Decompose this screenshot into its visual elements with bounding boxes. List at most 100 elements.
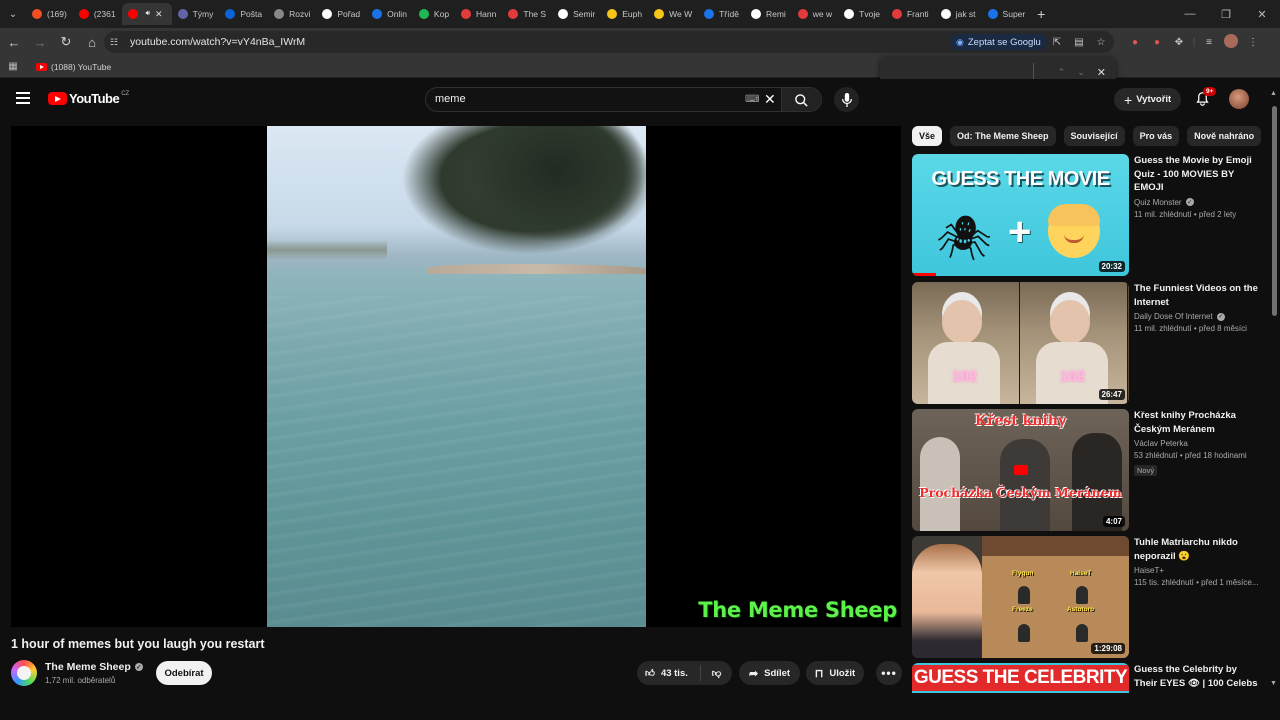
tab-search-icon[interactable]: ⌄ xyxy=(0,0,26,28)
browser-tab[interactable]: jak st xyxy=(935,3,982,25)
share-button[interactable]: ➦ Sdílet xyxy=(739,661,800,685)
apps-grid-icon[interactable]: ▦ xyxy=(0,61,26,72)
youtube-logo[interactable]: YouTube CZ xyxy=(48,91,129,106)
extension-icon[interactable]: ● xyxy=(1124,37,1146,48)
dislike-button[interactable]: 👎︎ xyxy=(701,667,732,679)
filter-chip[interactable]: Nově nahráno xyxy=(1187,126,1262,146)
scrollbar-thumb[interactable] xyxy=(1272,106,1277,316)
browser-tab[interactable]: Tvoje xyxy=(838,3,886,25)
save-button[interactable]: ⊓ Uložit xyxy=(806,661,864,685)
tab-label: Pořad xyxy=(337,9,361,19)
video-thumbnail[interactable]: GUESS THE MOVIE 🕷︎ + 20:32 xyxy=(912,154,1129,276)
video-thumbnail[interactable]: Flygun HaiseT Freeze Astotoro 1:29:08 xyxy=(912,536,1129,658)
video-player[interactable]: The Meme Sheep xyxy=(11,126,901,627)
scroll-down-icon[interactable]: ▼ xyxy=(1270,680,1277,687)
find-close-icon[interactable]: ✕ xyxy=(1097,66,1106,79)
browser-tab[interactable]: we w xyxy=(792,3,838,25)
recommendation-item[interactable]: GUESS THE CELEBRITY Guess the Celebrity … xyxy=(912,663,1262,693)
home-icon[interactable]: ⌂ xyxy=(80,30,104,54)
voice-search-button[interactable] xyxy=(834,87,859,112)
browser-tab[interactable]: Semir xyxy=(552,3,601,25)
video-title[interactable]: The Funniest Videos on the Internet xyxy=(1134,282,1262,309)
recommendation-item[interactable]: Křest knihy Procházka Českým Meránem 4:0… xyxy=(912,409,1262,531)
scroll-up-icon[interactable]: ▲ xyxy=(1270,90,1277,97)
like-button[interactable]: 👍︎ 43 tis. xyxy=(637,665,701,681)
channel-name[interactable]: Quiz Monster ✓ xyxy=(1134,198,1262,207)
bookmark-star-icon[interactable]: ☆ xyxy=(1090,37,1112,48)
site-info-icon[interactable]: ☷ xyxy=(110,37,124,48)
video-thumbnail[interactable]: GUESS THE CELEBRITY xyxy=(912,663,1129,693)
tab-favicon-icon xyxy=(891,9,902,19)
video-scene-trees xyxy=(457,126,646,266)
browser-tab[interactable]: Hann xyxy=(455,3,502,25)
subscribe-button[interactable]: Odebírat xyxy=(156,661,212,685)
channel-name[interactable]: HaiseT+ xyxy=(1134,566,1262,575)
channel-name[interactable]: The Meme Sheep ✓ xyxy=(45,661,143,673)
browser-tab[interactable]: Rozvi xyxy=(268,3,316,25)
maximize-icon[interactable]: ❐ xyxy=(1208,8,1244,21)
browser-tab[interactable]: (2361 xyxy=(73,3,122,25)
menu-icon[interactable] xyxy=(16,92,30,104)
browser-tab[interactable]: Týmy xyxy=(172,3,220,25)
browser-tab[interactable]: Pořad xyxy=(316,3,366,25)
new-tab-button[interactable]: + xyxy=(1031,6,1051,22)
install-app-icon[interactable]: ⇱ xyxy=(1046,37,1068,48)
extension-icon[interactable]: ● xyxy=(1146,37,1168,48)
profile-avatar[interactable] xyxy=(1220,33,1242,51)
video-title[interactable]: Tuhle Matriarchu nikdo neporazil 😮 xyxy=(1134,536,1262,563)
browser-tab[interactable]: Kop xyxy=(413,3,455,25)
filter-chip[interactable]: Vše xyxy=(912,126,943,146)
find-next-icon[interactable]: ⌄ xyxy=(1077,67,1085,78)
extensions-puzzle-icon[interactable]: ✥ xyxy=(1168,37,1190,48)
browser-tab[interactable]: Remi xyxy=(745,3,792,25)
forward-icon[interactable]: → xyxy=(28,30,52,54)
channel-avatar[interactable] xyxy=(11,660,37,686)
create-button[interactable]: + Vytvořit xyxy=(1114,88,1182,111)
video-title[interactable]: Guess the Movie by Emoji Quiz - 100 MOVI… xyxy=(1134,154,1262,195)
more-actions-button[interactable]: ••• xyxy=(876,661,902,685)
channel-name[interactable]: Daily Dose Of Internet ✓ xyxy=(1134,312,1262,321)
browser-tab[interactable]: 🔊︎ ✕ xyxy=(121,3,172,25)
browser-tab[interactable]: Onlin xyxy=(366,3,413,25)
minimize-icon[interactable]: — xyxy=(1172,8,1208,20)
search-button[interactable] xyxy=(781,88,821,111)
video-thumbnail[interactable]: Křest knihy Procházka Českým Meránem 4:0… xyxy=(912,409,1129,531)
reload-icon[interactable]: ↻ xyxy=(54,30,78,54)
close-tab-icon[interactable]: ✕ xyxy=(155,9,163,20)
media-controls-icon[interactable]: ≡ xyxy=(1198,37,1220,48)
video-info: Guess the Celebrity by Their EYES 👁 | 10… xyxy=(1134,663,1262,693)
browser-tab[interactable]: Třídě xyxy=(698,3,745,25)
keyboard-icon[interactable]: ⌨ xyxy=(745,94,759,105)
find-previous-icon[interactable]: ⌃ xyxy=(1058,67,1066,78)
browser-tab[interactable]: (169) xyxy=(26,3,73,25)
video-title[interactable]: Křest knihy Procházka Českým Meránem xyxy=(1134,409,1262,436)
ask-google-button[interactable]: ◉ Zeptat se Googlu xyxy=(950,34,1047,50)
page-scrollbar[interactable]: ▲ ▼ xyxy=(1270,90,1278,690)
channel-name[interactable]: Václav Peterka xyxy=(1134,439,1262,448)
account-avatar[interactable] xyxy=(1229,89,1249,109)
bookmark-youtube[interactable]: (1088) YouTube xyxy=(36,62,111,72)
browser-tab[interactable]: We W xyxy=(648,3,698,25)
back-icon[interactable]: ← xyxy=(2,30,26,54)
filter-chip[interactable]: Související xyxy=(1063,126,1125,146)
search-input[interactable]: meme xyxy=(435,93,466,105)
recommendation-item[interactable]: GUESS THE MOVIE 🕷︎ + 20:32 Guess the Mov… xyxy=(912,154,1262,276)
video-thumbnail[interactable]: 102 102 26:47 xyxy=(912,282,1129,404)
browser-tab[interactable]: Euph xyxy=(601,3,648,25)
search-box[interactable]: meme ⌨ ✕ xyxy=(425,87,822,112)
video-title[interactable]: Guess the Celebrity by Their EYES 👁 | 10… xyxy=(1134,663,1262,693)
browser-tab[interactable]: The S xyxy=(502,3,552,25)
browser-menu-icon[interactable]: ⋮ xyxy=(1242,37,1264,48)
filter-chip[interactable]: Od: The Meme Sheep xyxy=(950,126,1056,146)
reader-icon[interactable]: ▤ xyxy=(1068,37,1090,48)
close-window-icon[interactable]: ✕ xyxy=(1244,8,1280,21)
recommendation-item[interactable]: 102 102 26:47 The Funniest Videos on the… xyxy=(912,282,1262,404)
recommendation-item[interactable]: Flygun HaiseT Freeze Astotoro 1:29:08 Tu… xyxy=(912,536,1262,658)
filter-chip[interactable]: Pro vás xyxy=(1132,126,1180,146)
audio-playing-icon[interactable]: 🔊︎ xyxy=(146,10,150,18)
browser-tab[interactable]: Franti xyxy=(886,3,935,25)
browser-tab[interactable]: Super xyxy=(982,3,1032,25)
clear-search-icon[interactable]: ✕ xyxy=(764,91,776,108)
browser-tab[interactable]: Pošta xyxy=(219,3,268,25)
notifications-button[interactable]: 9+ xyxy=(1192,87,1217,109)
